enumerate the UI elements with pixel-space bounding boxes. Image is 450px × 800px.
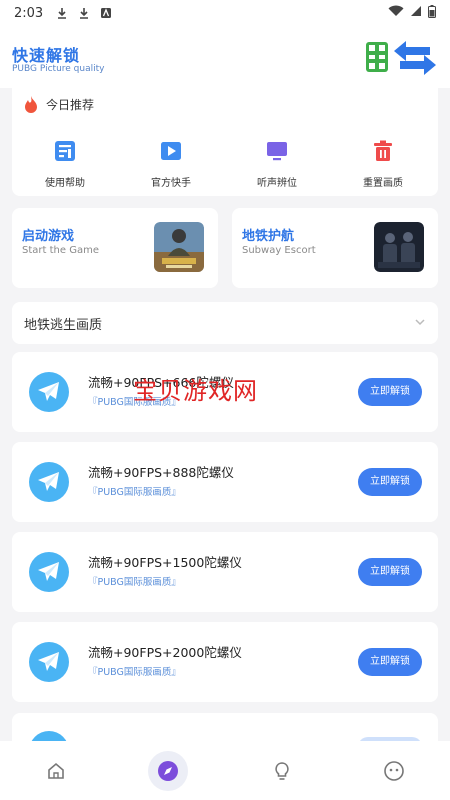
subway-game-image xyxy=(374,222,424,272)
home-icon xyxy=(48,762,64,779)
watermark: 宝贝游戏网 xyxy=(133,377,258,405)
recommend-title: 今日推荐 xyxy=(46,98,95,112)
sound-locate-item[interactable]: 听声辨位 xyxy=(232,140,322,189)
kuaishou-item[interactable]: 官方快手 xyxy=(126,140,216,189)
start-game-subtitle: Start the Game xyxy=(22,245,99,256)
paper-plane-icon xyxy=(29,552,69,592)
chat-face-icon xyxy=(384,761,404,781)
signal-icon xyxy=(410,5,422,21)
tab-tips[interactable] xyxy=(266,755,298,787)
document-icon xyxy=(55,141,75,161)
unlock-button[interactable]: 立即解锁 xyxy=(358,468,422,496)
unlock-button[interactable]: 立即解锁 xyxy=(358,558,422,586)
qr-code-icon[interactable] xyxy=(366,42,388,72)
option-name: 流畅+90FPS+1500陀螺仪 xyxy=(88,555,242,570)
lightbulb-icon xyxy=(275,762,289,780)
app-notification-icon xyxy=(99,6,113,20)
tab-profile[interactable] xyxy=(378,755,410,787)
list-item: 流畅+90FPS+2000陀螺仪 『PUBG国际服画质』 立即解锁 xyxy=(12,622,438,702)
paper-plane-icon xyxy=(29,372,69,412)
paper-plane-icon xyxy=(29,462,69,502)
quality-selector-label: 地铁逃生画质 xyxy=(24,318,103,333)
option-tag: 『PUBG国际服画质』 xyxy=(88,667,181,678)
subway-escort-subtitle: Subway Escort xyxy=(242,245,316,256)
unlock-button[interactable]: 立即解锁 xyxy=(358,648,422,676)
page-title: 快速解锁 xyxy=(12,46,81,65)
recommend-card: 今日推荐 使用帮助 官方快手 听声辨位 重置画质 xyxy=(12,88,438,196)
compass-icon xyxy=(158,761,178,781)
download-icon xyxy=(55,6,69,20)
page-subtitle: PUBG Picture quality xyxy=(12,64,105,74)
subway-escort-card[interactable]: 地铁护航 Subway Escort xyxy=(232,208,438,288)
start-game-title: 启动游戏 xyxy=(22,229,75,244)
flame-icon xyxy=(25,96,37,113)
reset-quality-label: 重置画质 xyxy=(363,178,403,189)
subway-escort-title: 地铁护航 xyxy=(242,229,295,244)
kuaishou-label: 官方快手 xyxy=(151,178,191,189)
help-item[interactable]: 使用帮助 xyxy=(20,140,110,189)
status-time: 2:03 xyxy=(14,5,44,21)
bottom-tab-bar xyxy=(0,741,450,800)
tab-home[interactable] xyxy=(40,755,72,787)
trash-icon xyxy=(374,140,392,161)
start-game-card[interactable]: 启动游戏 Start the Game xyxy=(12,208,218,288)
monitor-icon xyxy=(267,142,287,161)
reset-quality-item[interactable]: 重置画质 xyxy=(338,140,428,189)
sound-locate-label: 听声辨位 xyxy=(257,178,297,189)
status-bar: 2:03 xyxy=(0,0,450,26)
wifi-icon xyxy=(388,5,404,21)
battery-icon xyxy=(428,4,436,22)
tab-discover[interactable] xyxy=(148,751,188,791)
app-header: 快速解锁 PUBG Picture quality xyxy=(0,26,450,88)
list-item: 流畅+90FPS+1500陀螺仪 『PUBG国际服画质』 立即解锁 xyxy=(12,532,438,612)
unlock-button[interactable]: 立即解锁 xyxy=(358,378,422,406)
chevron-down-icon xyxy=(415,319,425,326)
option-tag: 『PUBG国际服画质』 xyxy=(88,487,181,498)
download-icon xyxy=(77,6,91,20)
recommend-header: 今日推荐 xyxy=(24,96,94,113)
help-label: 使用帮助 xyxy=(45,178,85,189)
option-name: 流畅+90FPS+2000陀螺仪 xyxy=(88,645,242,660)
paper-plane-icon xyxy=(29,642,69,682)
quality-selector[interactable]: 地铁逃生画质 xyxy=(12,302,438,344)
list-item: 流畅+90FPS+888陀螺仪 『PUBG国际服画质』 立即解锁 xyxy=(12,442,438,522)
option-tag: 『PUBG国际服画质』 xyxy=(88,577,181,588)
play-icon xyxy=(161,142,181,160)
swap-icon[interactable] xyxy=(390,38,440,78)
pubg-game-image xyxy=(154,222,204,272)
option-name: 流畅+90FPS+888陀螺仪 xyxy=(88,465,234,480)
